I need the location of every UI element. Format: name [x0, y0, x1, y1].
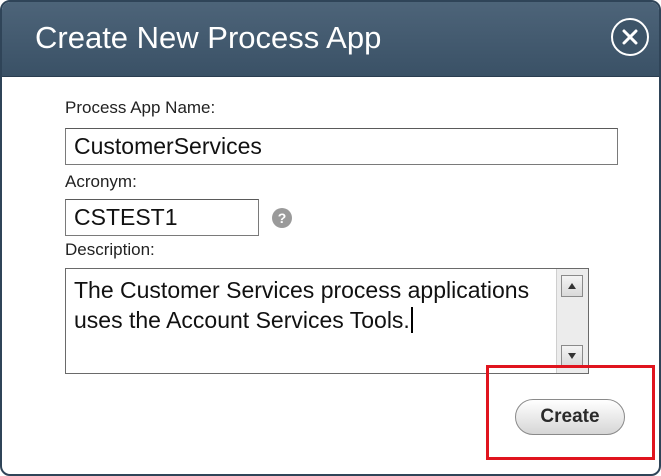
arrow-up-icon: [568, 283, 576, 289]
highlight-box: [486, 365, 655, 460]
dialog-title: Create New Process App: [35, 20, 382, 55]
acronym-input[interactable]: [65, 199, 259, 236]
process-app-name-input[interactable]: [65, 128, 618, 165]
close-button[interactable]: [611, 18, 649, 56]
description-textarea[interactable]: The Customer Services process applicatio…: [65, 268, 589, 374]
description-scrollbar[interactable]: [556, 269, 588, 373]
process-app-name-label: Process App Name:: [65, 98, 216, 117]
arrow-down-icon: [568, 353, 576, 359]
acronym-label: Acronym:: [65, 172, 137, 191]
dialog-titlebar[interactable]: Create New Process App: [2, 2, 659, 77]
description-label: Description:: [65, 240, 155, 259]
text-caret: [410, 307, 413, 333]
description-text: The Customer Services process applicatio…: [74, 277, 536, 333]
close-icon: [622, 29, 638, 45]
scroll-down-button[interactable]: [561, 345, 583, 367]
scroll-up-button[interactable]: [561, 275, 583, 297]
help-icon[interactable]: ?: [272, 208, 292, 228]
